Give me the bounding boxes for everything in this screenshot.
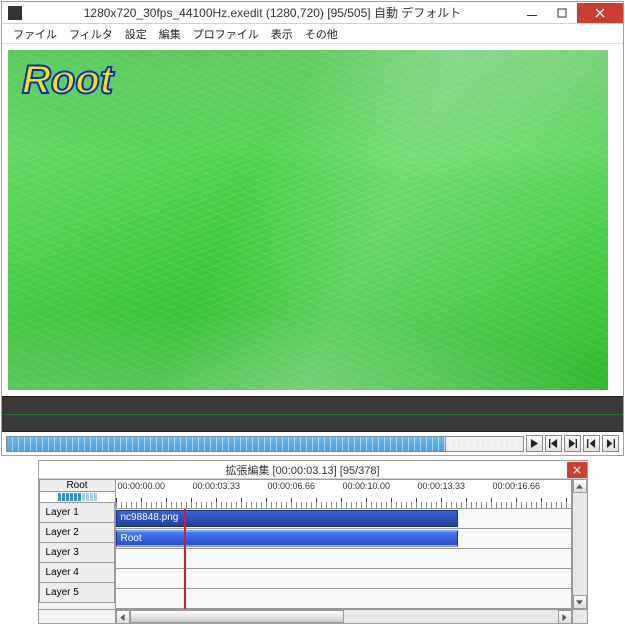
preview-canvas[interactable]: Root [8,50,608,390]
ruler-minor-ticks [116,502,571,508]
minimize-button[interactable] [517,3,547,23]
scroll-corner [572,610,587,623]
timeline-root-label[interactable]: Root [39,479,116,491]
maximize-button[interactable] [547,3,577,23]
scroll-down-button[interactable] [573,595,587,609]
scroll-left-button[interactable] [116,610,130,624]
window-title: 1280x720_30fps_44100Hz.exedit (1280,720)… [28,4,517,21]
ruler-timecode: 00:00:03.33 [193,481,241,491]
play-button[interactable] [526,435,543,452]
menubar: ファイル フィルタ 設定 編集 プロファイル 表示 その他 [2,24,623,44]
menu-filter[interactable]: フィルタ [64,26,118,42]
first-frame-button[interactable] [545,435,562,452]
menu-settings[interactable]: 設定 [120,26,152,42]
ruler-timecode: 00:00:10.00 [343,481,391,491]
layer-label-5[interactable]: Layer 5 [39,583,115,603]
zoom-scale-icon [58,493,97,501]
timeline-ruler[interactable]: 00:00:00.00 00:00:03.33 00:00:06.66 00:0… [116,479,572,509]
scroll-h-thumb[interactable] [130,610,344,623]
scroll-h-spacer [39,610,116,623]
ruler-timecode: 00:00:00.00 [118,481,166,491]
next-frame-button[interactable] [602,435,619,452]
menu-file[interactable]: ファイル [8,26,62,42]
ruler-timecode: 00:00:16.66 [493,481,541,491]
window-controls [517,3,623,23]
titlebar[interactable]: 1280x720_30fps_44100Hz.exedit (1280,720)… [2,2,623,24]
layer-label-3[interactable]: Layer 3 [39,543,115,563]
timeline-close-button[interactable] [567,462,587,478]
playhead[interactable] [184,509,186,609]
menu-profile[interactable]: プロファイル [188,26,264,42]
clip-root[interactable]: Root [116,530,458,547]
timeline-horizontal-scrollbar[interactable] [39,609,587,623]
menu-view[interactable]: 表示 [266,26,298,42]
audio-strip [2,396,623,432]
scroll-right-button[interactable] [558,610,572,624]
ruler-timecode: 00:00:13.33 [418,481,466,491]
scroll-h-track[interactable] [130,610,558,623]
timeline-titlebar[interactable]: 拡張編集 [00:00:03.13] [95/378] [39,461,587,479]
layer-label-4[interactable]: Layer 4 [39,563,115,583]
seekbar[interactable] [6,436,524,452]
menu-edit[interactable]: 編集 [154,26,186,42]
timeline-zoom-scale[interactable] [39,491,116,503]
scroll-up-button[interactable] [573,479,587,493]
layer-label-1[interactable]: Layer 1 [39,503,115,523]
timeline-track-area[interactable]: nc98848.png Root [116,509,572,609]
ruler-timecode: 00:00:06.66 [268,481,316,491]
prev-frame-button[interactable] [583,435,600,452]
clip-nc98848[interactable]: nc98848.png [116,510,458,527]
scroll-v-track[interactable] [573,493,587,595]
last-frame-button[interactable] [564,435,581,452]
transport-controls [2,432,623,455]
main-window: 1280x720_30fps_44100Hz.exedit (1280,720)… [1,1,624,456]
preview-area: Root [2,44,623,396]
timeline-window: 拡張編集 [00:00:03.13] [95/378] Root Layer 1… [38,460,588,624]
timeline-title: 拡張編集 [00:00:03.13] [95/378] [39,462,567,478]
close-button[interactable] [577,3,623,23]
menu-other[interactable]: その他 [300,26,343,42]
app-icon [8,6,22,20]
preview-overlay-text: Root [22,58,113,103]
seekbar-ticks [7,437,523,451]
layer-label-2[interactable]: Layer 2 [39,523,115,543]
